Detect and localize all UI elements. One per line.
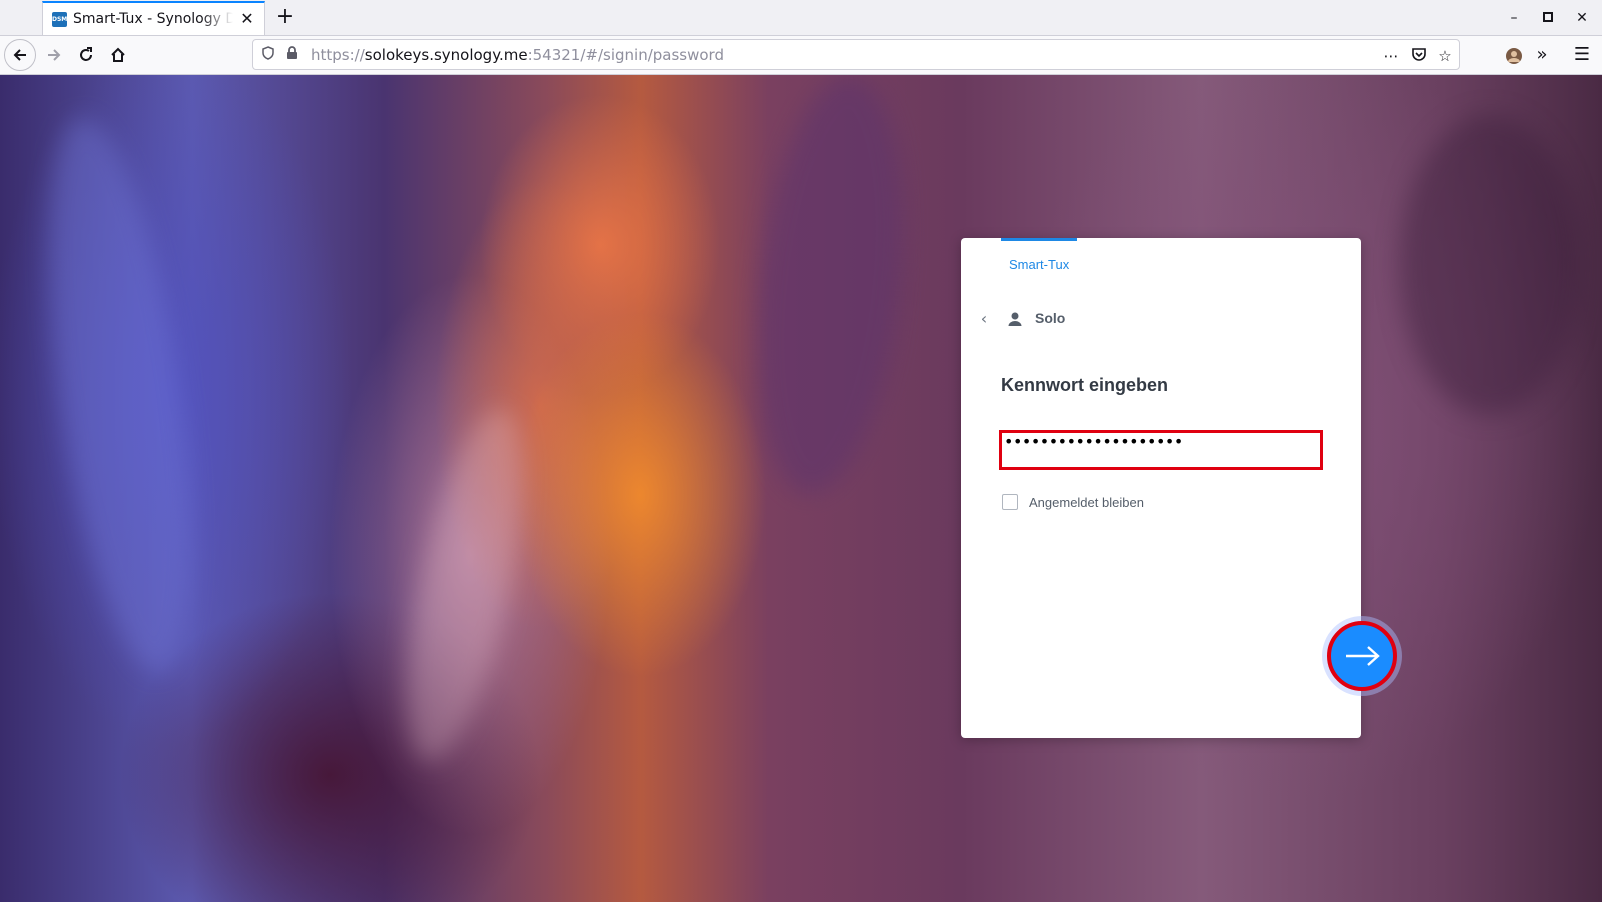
more-actions-icon[interactable]: ⋯ <box>1381 46 1401 66</box>
url-path: :54321/#/signin/password <box>527 46 724 64</box>
hamburger-menu-icon[interactable]: ☰ <box>1566 39 1598 71</box>
lock-shape <box>287 46 297 59</box>
remember-me-label[interactable]: Angemeldet bleiben <box>1029 495 1144 510</box>
server-tab-indicator <box>1001 238 1077 241</box>
pocket-shape <box>1412 48 1426 61</box>
home-button[interactable] <box>102 39 134 71</box>
bg-streak <box>383 399 547 771</box>
server-name[interactable]: Smart-Tux <box>1009 257 1069 272</box>
url-text[interactable]: https://solokeys.synology.me:54321/#/sig… <box>311 46 724 64</box>
user-icon <box>1008 312 1022 326</box>
maximize-button[interactable] <box>1536 6 1560 30</box>
login-card: Smart-Tux ‹ Solo Kennwort eingeben •••••… <box>961 238 1361 738</box>
submit-button[interactable] <box>1327 621 1397 691</box>
reload-button[interactable] <box>70 39 102 71</box>
chevron-left-icon[interactable]: ‹ <box>977 310 991 328</box>
arrow-right-icon <box>1346 646 1380 666</box>
avatar-icon <box>1506 48 1522 64</box>
pocket-icon[interactable] <box>1409 46 1429 66</box>
browser-tab-active[interactable]: DSM Smart-Tux - Synology DiskStation ✕ <box>42 1 265 35</box>
bg-streak <box>21 109 219 681</box>
shield-icon[interactable] <box>259 46 277 64</box>
overflow-menu-icon[interactable]: » <box>1526 39 1558 71</box>
minimize-button[interactable]: – <box>1502 6 1526 30</box>
bookmark-star-icon[interactable]: ☆ <box>1435 46 1455 66</box>
username-label: Solo <box>1035 310 1066 326</box>
close-icon[interactable]: ✕ <box>238 10 256 28</box>
forward-button[interactable] <box>38 39 70 71</box>
dsm-favicon-icon: DSM <box>52 12 67 27</box>
bg-streak <box>1400 115 1580 415</box>
shield-shape <box>262 46 274 60</box>
url-bar[interactable]: https://solokeys.synology.me:54321/#/sig… <box>252 39 1460 70</box>
browser-nav-bar: https://solokeys.synology.me:54321/#/sig… <box>0 36 1602 75</box>
url-domain: solokeys.synology.me <box>364 46 528 64</box>
url-scheme: https:// <box>311 46 365 64</box>
tab-title: Smart-Tux - Synology DiskStation <box>73 11 233 27</box>
new-tab-button[interactable]: + <box>272 4 298 30</box>
bg-streak <box>738 75 922 502</box>
remember-me-checkbox[interactable] <box>1002 494 1018 510</box>
maximize-icon <box>1543 12 1553 22</box>
window-close-button[interactable]: ✕ <box>1570 6 1594 30</box>
back-button[interactable] <box>4 39 36 71</box>
reload-icon <box>80 47 92 61</box>
password-masked-value: •••••••••••••••••••• <box>1004 432 1183 451</box>
lock-icon[interactable] <box>283 46 301 64</box>
home-icon <box>111 47 125 62</box>
arrow-right-icon <box>48 49 61 61</box>
login-page-background: Smart-Tux ‹ Solo Kennwort eingeben •••••… <box>0 75 1602 902</box>
password-heading: Kennwort eingeben <box>1001 375 1169 395</box>
password-input[interactable]: •••••••••••••••••••• <box>999 430 1323 470</box>
browser-tab-bar: DSM Smart-Tux - Synology DiskStation ✕ +… <box>0 0 1602 36</box>
arrow-left-icon <box>13 49 26 61</box>
